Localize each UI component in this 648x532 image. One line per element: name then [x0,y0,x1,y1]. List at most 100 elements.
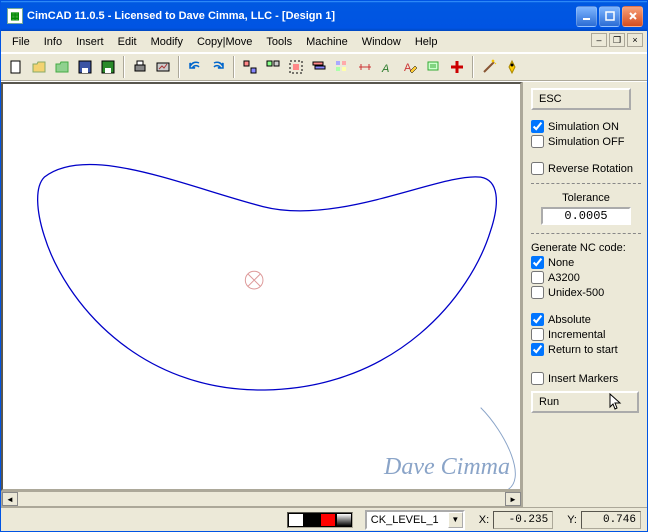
run-button[interactable]: Run [531,391,639,413]
none-checkbox[interactable]: None [531,256,641,269]
insert-markers-label: Insert Markers [548,373,618,385]
svg-text:A: A [381,63,389,75]
absolute-label: Absolute [548,314,591,326]
window-title: CimCAD 11.0.5 - Licensed to Dave Cimma, … [27,10,576,22]
menu-info[interactable]: Info [37,34,69,50]
menu-help[interactable]: Help [408,34,445,50]
layer-icon[interactable] [308,56,330,78]
wand-icon[interactable] [478,56,500,78]
print-icon[interactable] [129,56,151,78]
menu-tools[interactable]: Tools [259,34,299,50]
simulation-off-input[interactable] [531,135,544,148]
layer-dropdown[interactable]: CK_LEVEL_1 ▼ [365,510,465,530]
titlebar[interactable]: ▦ CimCAD 11.0.5 - Licensed to Dave Cimma… [1,1,647,31]
a3200-label: A3200 [548,272,580,284]
color-swatches [287,512,353,528]
marker-icon[interactable] [501,56,523,78]
none-input[interactable] [531,256,544,269]
watermark-swash [481,408,516,489]
esc-button[interactable]: ESC [531,88,631,110]
plot-icon[interactable] [152,56,174,78]
close-button[interactable] [622,6,643,27]
redo-icon[interactable] [207,56,229,78]
divider [531,233,641,234]
separator [123,56,125,78]
simulation-on-input[interactable] [531,120,544,133]
group-icon[interactable] [239,56,261,78]
app-window: ▦ CimCAD 11.0.5 - Licensed to Dave Cimma… [0,0,648,532]
select-all-icon[interactable] [285,56,307,78]
svg-text:A: A [404,62,412,74]
absolute-checkbox[interactable]: Absolute [531,313,641,326]
insert-markers-checkbox[interactable]: Insert Markers [531,372,641,385]
save-alt-icon[interactable] [97,56,119,78]
minimize-button[interactable] [576,6,597,27]
generate-nc-label: Generate NC code: [531,242,641,254]
dropdown-arrow-icon[interactable]: ▼ [448,512,463,528]
incremental-input[interactable] [531,328,544,341]
save-icon[interactable] [74,56,96,78]
swatch-gradient[interactable] [336,513,352,527]
mdi-minimize-button[interactable]: – [591,33,607,47]
insert-markers-input[interactable] [531,372,544,385]
scroll-right-button[interactable]: ► [505,492,521,506]
menu-machine[interactable]: Machine [299,34,355,50]
a3200-input[interactable] [531,271,544,284]
horizontal-scrollbar[interactable]: ◄ ► [1,491,522,507]
simulation-on-checkbox[interactable]: Simulation ON [531,120,641,133]
menu-copymove[interactable]: Copy|Move [190,34,259,50]
divider [531,183,641,184]
y-label: Y: [567,514,577,526]
incremental-checkbox[interactable]: Incremental [531,328,641,341]
swatch-black[interactable] [304,513,320,527]
reverse-rotation-label: Reverse Rotation [548,163,633,175]
swatch-white[interactable] [288,513,304,527]
edit-text-icon[interactable]: A [400,56,422,78]
return-start-input[interactable] [531,343,544,356]
unidex-input[interactable] [531,286,544,299]
maximize-button[interactable] [599,6,620,27]
menu-edit[interactable]: Edit [111,34,144,50]
mdi-window-buttons: – ❐ × [589,33,643,47]
annotate-icon[interactable] [423,56,445,78]
menu-window[interactable]: Window [355,34,408,50]
return-start-checkbox[interactable]: Return to start [531,343,641,356]
x-value: -0.235 [493,511,553,529]
canvas-svg [3,84,520,489]
menu-file[interactable]: File [5,34,37,50]
cursor-arrow-icon [609,393,623,411]
grid-icon[interactable] [331,56,353,78]
mdi-restore-button[interactable]: ❐ [609,33,625,47]
simulation-on-label: Simulation ON [548,121,619,133]
new-file-icon[interactable] [5,56,27,78]
undo-icon[interactable] [184,56,206,78]
ungroup-icon[interactable] [262,56,284,78]
add-cross-icon[interactable] [446,56,468,78]
drawing-canvas[interactable]: Dave Cimma [1,82,522,491]
swatch-red[interactable] [320,513,336,527]
a3200-checkbox[interactable]: A3200 [531,271,641,284]
incremental-label: Incremental [548,329,605,341]
side-panel: ESC Simulation ON Simulation OFF Reverse… [522,82,647,507]
simulation-off-checkbox[interactable]: Simulation OFF [531,135,641,148]
dimension-icon[interactable] [354,56,376,78]
font-icon[interactable]: A [377,56,399,78]
unidex-label: Unidex-500 [548,287,604,299]
reverse-rotation-input[interactable] [531,162,544,175]
open-alt-icon[interactable] [51,56,73,78]
y-value: 0.746 [581,511,641,529]
origin-marker-icon [245,271,263,289]
reverse-rotation-checkbox[interactable]: Reverse Rotation [531,162,641,175]
return-start-label: Return to start [548,344,618,356]
open-folder-icon[interactable] [28,56,50,78]
shape-path [38,164,497,390]
scroll-left-button[interactable]: ◄ [2,492,18,506]
simulation-off-label: Simulation OFF [548,136,624,148]
menu-modify[interactable]: Modify [144,34,190,50]
menu-insert[interactable]: Insert [69,34,111,50]
unidex-checkbox[interactable]: Unidex-500 [531,286,641,299]
absolute-input[interactable] [531,313,544,326]
x-label: X: [479,514,489,526]
mdi-close-button[interactable]: × [627,33,643,47]
tolerance-input[interactable] [541,207,631,225]
